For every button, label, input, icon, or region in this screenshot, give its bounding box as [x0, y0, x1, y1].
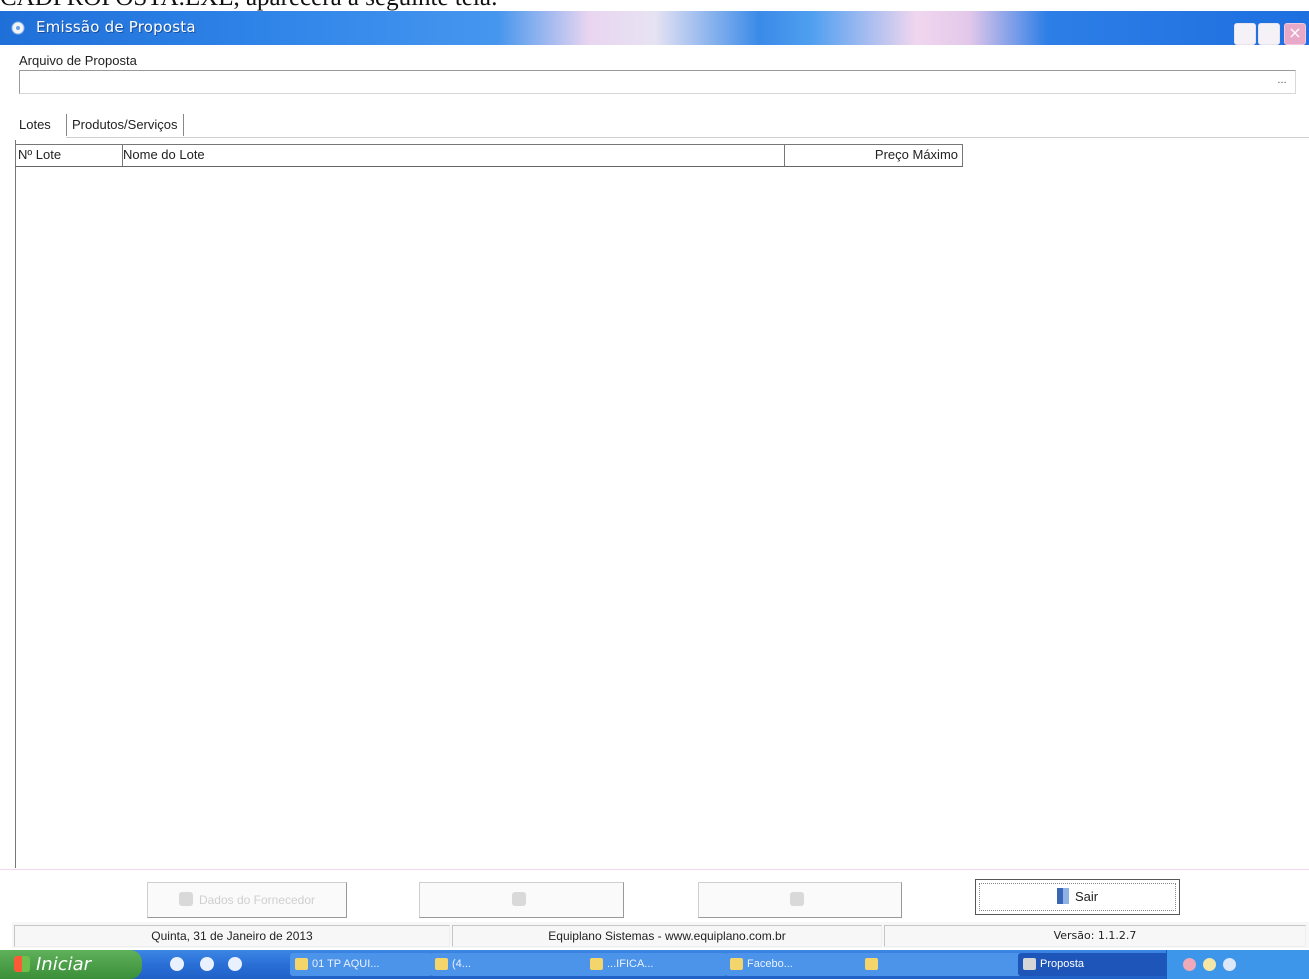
print-icon	[790, 892, 804, 906]
app-icon	[1023, 958, 1036, 970]
status-version: Versão: 1.1.2.7	[884, 925, 1306, 947]
exit-button[interactable]: Sair	[975, 879, 1180, 915]
taskbar-item-folder-2[interactable]: ...IFICA...	[585, 953, 727, 976]
tab-lotes[interactable]: Lotes	[14, 114, 56, 136]
file-label: Arquivo de Proposta	[19, 53, 137, 68]
windows-flag-icon	[14, 956, 30, 972]
folder-icon	[590, 958, 603, 970]
taskbar-item-facebook[interactable]: Facebo...	[725, 953, 867, 976]
taskbar-item-proposta[interactable]: Proposta	[1018, 953, 1180, 976]
tray-icon[interactable]	[1203, 958, 1216, 971]
action-button-3[interactable]	[698, 882, 902, 918]
browse-button[interactable]: ...	[1271, 73, 1293, 89]
minimize-button[interactable]	[1234, 23, 1256, 45]
status-bar: Quinta, 31 de Janeiro de 2013 Equiplano …	[12, 922, 1309, 948]
taskbar-item-label: Facebo...	[747, 958, 793, 970]
close-button[interactable]: ×	[1284, 23, 1306, 45]
supplier-button-label: Dados do Fornecedor	[198, 893, 316, 907]
firefox-icon[interactable]	[228, 957, 242, 971]
taskbar-item-label: (4...	[452, 958, 471, 970]
taskbar-item-browser[interactable]: (4...	[430, 953, 592, 976]
separator	[0, 869, 1309, 870]
action-button-2[interactable]	[419, 882, 624, 918]
document-caption: CADPROPOSTA.EXE, aparecerá a seguinte te…	[0, 0, 900, 10]
window-title: Emissão de Proposta	[36, 18, 196, 36]
tray-icon[interactable]	[1183, 958, 1196, 971]
app-icon	[11, 21, 25, 35]
chrome-icon	[730, 958, 743, 970]
supplier-icon	[178, 892, 193, 906]
start-button[interactable]: Iniciar	[0, 950, 142, 979]
ie-icon[interactable]	[170, 957, 184, 971]
grid-header: Nº Lote Nome do Lote Preço Máximo	[15, 144, 963, 167]
status-date: Quinta, 31 de Janeiro de 2013	[14, 925, 450, 947]
status-company: Equiplano Sistemas - www.equiplano.com.b…	[452, 925, 882, 947]
column-header-lote-number[interactable]: Nº Lote	[15, 145, 123, 166]
column-header-lote-name[interactable]: Nome do Lote	[120, 145, 785, 166]
taskbar: Iniciar 01 TP AQUI... (4... ...IFICA... …	[0, 950, 1309, 979]
proposal-file-field[interactable]: ...	[19, 70, 1296, 94]
taskbar-item-label: ...IFICA...	[607, 958, 654, 970]
column-header-max-price[interactable]: Preço Máximo	[784, 145, 962, 166]
window-titlebar[interactable]: Emissão de Proposta ×	[0, 11, 1309, 45]
supplier-data-button[interactable]: Dados do Fornecedor	[147, 882, 347, 918]
folder-icon	[295, 958, 308, 970]
app-icon	[865, 958, 878, 970]
volume-icon[interactable]	[1223, 958, 1236, 971]
taskbar-item-label: 01 TP AQUI...	[312, 958, 380, 970]
start-label: Iniciar	[36, 954, 92, 975]
browser-icon	[435, 958, 448, 970]
maximize-button[interactable]	[1258, 23, 1280, 45]
taskbar-item-folder[interactable]: 01 TP AQUI...	[290, 953, 432, 976]
lots-grid[interactable]	[15, 140, 1309, 868]
chrome-icon[interactable]	[200, 957, 214, 971]
tab-divider	[66, 137, 1309, 138]
edit-icon	[511, 892, 526, 906]
taskbar-item-label: Proposta	[1040, 958, 1085, 970]
tab-produtos-servicos[interactable]: Produtos/Serviços	[66, 114, 184, 136]
system-tray	[1166, 950, 1309, 979]
taskbar-item-other[interactable]	[860, 953, 1022, 976]
